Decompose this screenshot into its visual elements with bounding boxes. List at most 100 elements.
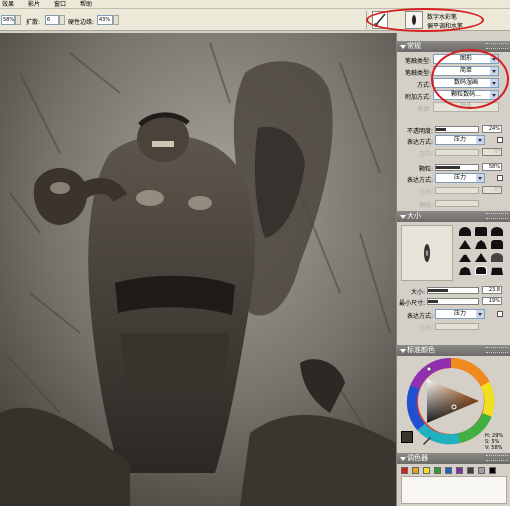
expand-label: 扩散:	[26, 19, 41, 26]
size-expression-value: 压力	[453, 310, 466, 317]
size-spinner[interactable]	[15, 15, 21, 25]
stroke-type-label: 笔触类型:	[404, 70, 431, 77]
expression-value-1: 压力	[453, 136, 466, 143]
tip-profile[interactable]	[459, 227, 471, 236]
direction-label-2: 方向:	[418, 189, 433, 196]
feather-spinner[interactable]	[113, 15, 119, 25]
size-title-text: 大小	[407, 212, 421, 220]
method-label: 方式:	[416, 82, 431, 89]
direction-value-2: 0°	[482, 186, 502, 194]
min-size-value[interactable]: 19%	[482, 297, 502, 305]
feather-field[interactable]: 43%	[97, 15, 113, 25]
tip-profile[interactable]	[491, 227, 503, 236]
size-direction-slider	[435, 323, 479, 330]
tip-profile[interactable]	[491, 267, 503, 275]
size-invert-checkbox[interactable]	[497, 311, 503, 317]
min-size-slider[interactable]	[427, 298, 479, 305]
color-title-text: 标准颜色	[407, 346, 435, 354]
panel-grip[interactable]	[486, 213, 508, 219]
invert-checkbox-2[interactable]	[497, 175, 503, 181]
menu-window[interactable]: 窗口	[54, 0, 66, 9]
tip-profile[interactable]	[475, 240, 487, 249]
annotation-oval-general	[431, 49, 509, 109]
tip-profile[interactable]	[459, 266, 471, 275]
color-swatch[interactable]	[423, 467, 430, 474]
chevron-down-icon	[476, 174, 484, 182]
collapse-triangle-icon[interactable]	[400, 45, 406, 49]
general-panel-title[interactable]: 常规	[397, 41, 510, 52]
color-swatch[interactable]	[489, 467, 496, 474]
tip-profile[interactable]	[459, 254, 471, 262]
size-slider-fill	[428, 289, 448, 292]
swatches-title-text: 调色器	[407, 454, 428, 462]
opacity-slider-fill	[436, 128, 447, 131]
expression-value-2: 压力	[453, 174, 466, 181]
collapse-triangle-icon[interactable]	[400, 457, 406, 461]
color-swatch[interactable]	[467, 467, 474, 474]
collapse-triangle-icon[interactable]	[400, 215, 406, 219]
opacity-label: 不透明度:	[406, 128, 433, 135]
color-swatch[interactable]	[401, 467, 408, 474]
bottom-label: 抽线:	[418, 202, 433, 209]
general-title-text: 常规	[407, 42, 421, 50]
menu-effects[interactable]: 效果	[2, 0, 14, 9]
color-swatch[interactable]	[456, 467, 463, 474]
brush-controls-panel: 常规 笔触类型: 图形 笔触类型: 简单 方式: 数码湿画 附加方式: 颗粒数码…	[396, 33, 510, 506]
color-swatch[interactable]	[445, 467, 452, 474]
grain-slider[interactable]	[435, 164, 479, 171]
min-size-slider-fill	[428, 300, 438, 303]
menu-help[interactable]: 帮助	[80, 0, 92, 9]
dab-type-label: 笔触类型:	[404, 58, 431, 65]
menu-movie[interactable]: 影片	[28, 0, 40, 9]
eyedropper-icon[interactable]	[422, 436, 432, 446]
tip-profile[interactable]	[491, 253, 503, 262]
size-label: 大小:	[410, 289, 425, 296]
panel-grip[interactable]	[486, 347, 508, 353]
dab-preview-icon	[424, 244, 430, 262]
grain-value[interactable]: 58%	[482, 163, 502, 171]
tip-profile[interactable]	[491, 240, 503, 249]
opacity-value[interactable]: 24%	[482, 125, 502, 133]
opacity-slider[interactable]	[435, 126, 479, 133]
size-slider[interactable]	[427, 287, 479, 294]
panel-grip[interactable]	[486, 43, 508, 49]
color-swatch[interactable]	[478, 467, 485, 474]
color-panel-title[interactable]: 标准颜色	[397, 345, 510, 356]
direction-slider-2	[435, 187, 479, 194]
swatches-panel-title[interactable]: 调色器	[397, 453, 510, 464]
source-label: 来源:	[416, 106, 431, 113]
tip-profile[interactable]	[475, 253, 487, 262]
size-panel-title[interactable]: 大小	[397, 211, 510, 222]
direction-label-1: 方向:	[418, 151, 433, 158]
size-value[interactable]: 23.8	[482, 286, 502, 294]
color-v-value: V: 58%	[485, 445, 503, 451]
color-swatch[interactable]	[434, 467, 441, 474]
chevron-down-icon	[476, 310, 484, 318]
panel-grip[interactable]	[486, 455, 508, 461]
size-expression-dropdown[interactable]: 压力	[435, 309, 485, 319]
color-swatch[interactable]	[412, 467, 419, 474]
painting-artwork	[0, 33, 396, 506]
main-color-swatch[interactable]	[401, 431, 413, 443]
direction-value-1: 0°	[482, 148, 502, 156]
collapse-triangle-icon[interactable]	[400, 349, 406, 353]
expression-dropdown-1[interactable]: 压力	[435, 135, 485, 145]
expand-spinner[interactable]	[59, 15, 65, 25]
feather-label: 硬性边缘:	[68, 19, 95, 26]
tip-profile[interactable]	[475, 227, 487, 236]
annotation-oval-brush	[366, 8, 484, 32]
size-direction-label: 方向:	[418, 325, 433, 332]
tip-profile[interactable]	[459, 240, 471, 249]
tip-profile[interactable]	[475, 266, 487, 275]
swatch-library-area	[401, 476, 507, 504]
drawing-canvas[interactable]	[0, 33, 396, 506]
direction-slider-1	[435, 149, 479, 156]
bottom-slider	[435, 200, 479, 207]
grain-label: 颗粒:	[418, 166, 433, 173]
invert-checkbox-1[interactable]	[497, 137, 503, 143]
min-size-label: 最小尺寸:	[398, 300, 425, 307]
expression-dropdown-2[interactable]: 压力	[435, 173, 485, 183]
expand-field[interactable]: 6	[45, 15, 59, 25]
size-field[interactable]: 58%	[1, 15, 15, 25]
grain-slider-fill	[436, 166, 461, 169]
